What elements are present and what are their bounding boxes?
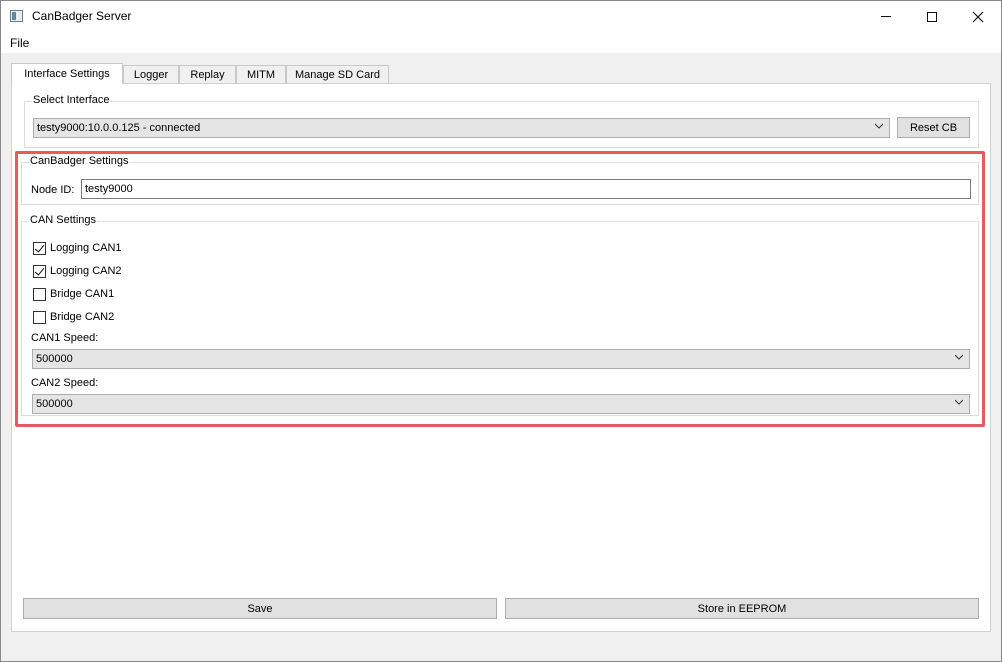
bridge-can1-checkbox[interactable]: Bridge CAN1 [33,286,114,302]
interface-select[interactable]: testy9000:10.0.0.125 - connected [33,118,890,138]
logging-can2-checkbox[interactable]: Logging CAN2 [33,263,122,279]
tab-replay[interactable]: Replay [179,65,236,84]
logging-can1-checkbox[interactable]: Logging CAN1 [33,240,122,256]
save-button[interactable]: Save [23,598,497,619]
app-window: CanBadger Server File Interface Settings… [0,0,1002,662]
chevron-down-icon [955,354,963,360]
minimize-button[interactable] [863,1,909,32]
tab-logger[interactable]: Logger [123,65,179,84]
reset-cb-button[interactable]: Reset CB [897,117,970,138]
can-settings-title: CAN Settings [29,214,98,226]
can2-speed-label: CAN2 Speed: [31,377,99,389]
close-icon [972,11,984,22]
close-button[interactable] [955,1,1001,32]
can2-speed-value: 500000 [36,398,73,410]
maximize-button[interactable] [909,1,955,32]
window-title: CanBadger Server [32,9,132,23]
can1-speed-select[interactable]: 500000 [32,349,970,369]
tab-mitm[interactable]: MITM [236,65,286,84]
checkbox-label: Bridge CAN1 [50,288,115,300]
checkbox-box[interactable] [33,264,46,278]
can-settings-group: CAN Settings Logging CAN1 Logging CAN2 B… [21,214,979,416]
select-interface-title: Select Interface [32,94,111,106]
menu-bar: File [1,32,1001,53]
can1-speed-label: CAN1 Speed: [31,332,99,344]
checkbox-label: Logging CAN1 [50,242,122,254]
node-id-field[interactable]: testy9000 [81,179,971,199]
chevron-down-icon [875,123,883,129]
can2-speed-select[interactable]: 500000 [32,394,970,414]
node-id-label: Node ID: [31,184,75,196]
checkbox-box[interactable] [33,241,46,255]
interface-select-value: testy9000:10.0.0.125 - connected [37,122,201,134]
title-bar: CanBadger Server [1,1,1001,32]
canbadger-settings-group: CanBadger Settings Node ID: testy9000 [21,155,979,205]
tab-interface-settings[interactable]: Interface Settings [11,63,123,84]
checkbox-label: Bridge CAN2 [50,311,115,323]
checkbox-box[interactable] [33,287,46,301]
chevron-down-icon [955,399,963,405]
checkbox-label: Logging CAN2 [50,265,122,277]
select-interface-group: Select Interface testy9000:10.0.0.125 - … [24,94,979,148]
canbadger-settings-title: CanBadger Settings [29,155,130,167]
maximize-icon [927,11,937,22]
bridge-can2-checkbox[interactable]: Bridge CAN2 [33,309,114,325]
tab-manage-sd-card[interactable]: Manage SD Card [286,65,389,84]
interface-settings-pane: Select Interface testy9000:10.0.0.125 - … [11,83,991,632]
app-icon [10,10,23,22]
store-in-eeprom-button[interactable]: Store in EEPROM [505,598,979,619]
checkbox-box[interactable] [33,310,46,324]
minimize-icon [881,16,891,17]
can1-speed-value: 500000 [36,353,73,365]
menu-file[interactable]: File [10,36,29,50]
